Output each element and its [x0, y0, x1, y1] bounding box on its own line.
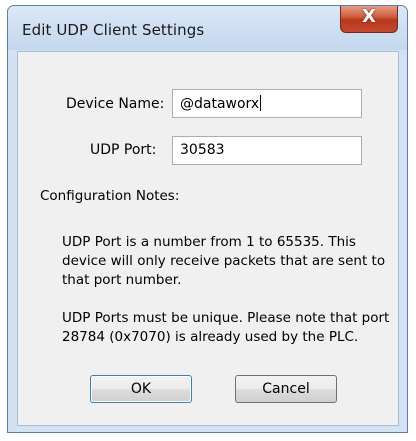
dialog-window: Edit UDP Client Settings X Device Name: … [7, 5, 408, 433]
title-bar[interactable]: Edit UDP Client Settings X [8, 6, 407, 50]
device-name-value: @dataworx [180, 96, 260, 112]
cancel-button[interactable]: Cancel [235, 375, 337, 403]
device-name-input[interactable]: @dataworx [172, 89, 362, 118]
text-caret [260, 95, 262, 111]
udp-port-value: 30583 [180, 142, 225, 158]
notes-paragraph-1: UDP Port is a number from 1 to 65535. Th… [62, 233, 385, 290]
notes-line: device will only receive packets that ar… [62, 253, 386, 269]
notes-line: UDP Ports must be unique. Please note th… [62, 310, 390, 326]
udp-port-input[interactable]: 30583 [172, 136, 362, 165]
notes-paragraph-2: UDP Ports must be unique. Please note th… [62, 309, 389, 347]
configuration-notes-heading: Configuration Notes: [40, 188, 180, 204]
dialog-content: Device Name: @dataworx UDP Port: 30583 C… [17, 51, 399, 426]
device-name-label: Device Name: [66, 96, 165, 112]
ok-button[interactable]: OK [90, 375, 192, 403]
close-icon: X [362, 6, 376, 27]
notes-line: 28784 (0x7070) is already used by the PL… [62, 329, 359, 345]
notes-line: UDP Port is a number from 1 to 65535. Th… [62, 234, 356, 250]
notes-line: that port number. [62, 272, 182, 288]
udp-port-label: UDP Port: [90, 142, 157, 158]
close-button[interactable]: X [340, 6, 398, 33]
window-title: Edit UDP Client Settings [22, 21, 205, 39]
